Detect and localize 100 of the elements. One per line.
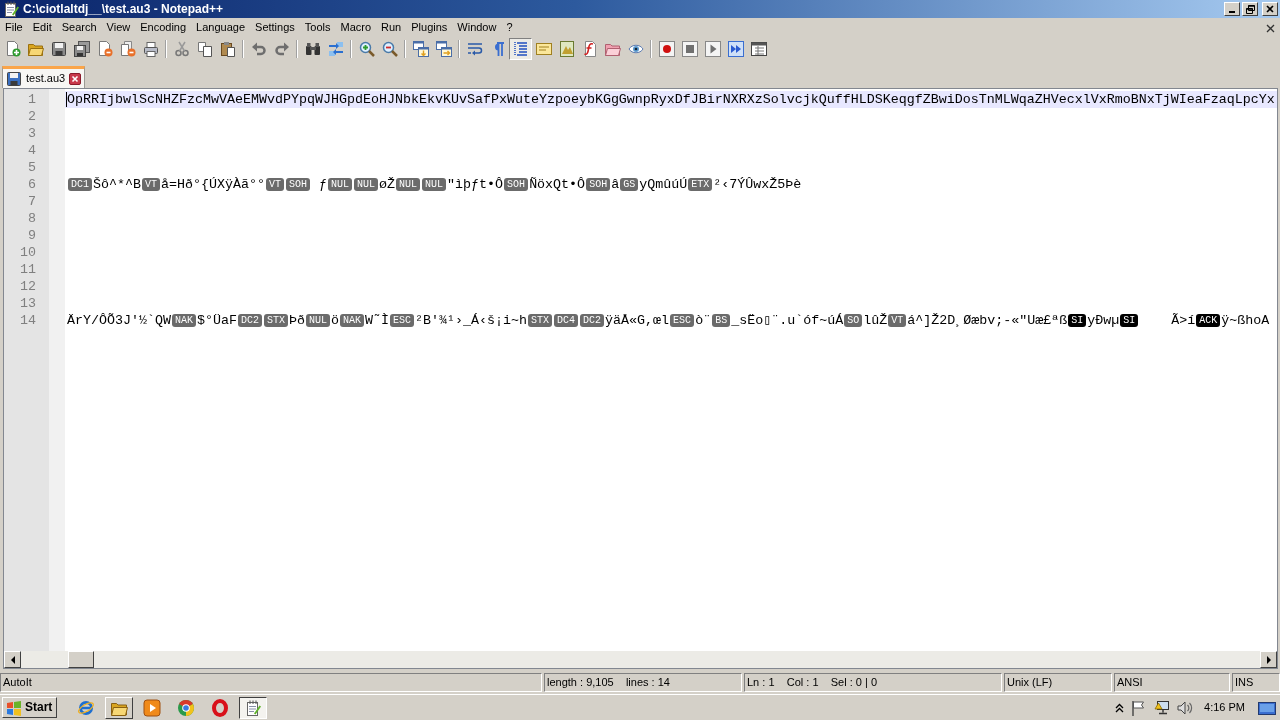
line-number: 4: [27, 142, 37, 159]
chevron-up-icon[interactable]: [1115, 702, 1125, 713]
code-text: lûŽ: [863, 313, 888, 328]
circle-logo-icon: [177, 698, 196, 717]
swap-arrows-icon: [327, 41, 344, 57]
menu-item[interactable]: File: [0, 20, 28, 35]
menu-item[interactable]: ?: [501, 20, 518, 35]
menu-item[interactable]: Search: [56, 20, 102, 35]
status-field: Unix (LF): [1004, 673, 1112, 692]
scissors-icon: [173, 41, 190, 57]
desktop-screen-icon[interactable]: [1258, 699, 1276, 716]
copy-icon: [196, 41, 213, 57]
control-character: NUL: [422, 178, 447, 191]
text-editor[interactable]: [3, 88, 1278, 669]
control-character: DC2: [580, 314, 605, 327]
control-character: NUL: [396, 178, 421, 191]
menu-item[interactable]: Settings: [250, 20, 300, 35]
printer-icon: [142, 41, 159, 57]
menu-item[interactable]: Tools: [299, 20, 336, 35]
right-arrow-icon: [1266, 655, 1271, 664]
control-character: NAK: [340, 314, 365, 327]
control-character: VT: [266, 178, 285, 191]
restore-button[interactable]: [1242, 2, 1258, 16]
file-tab[interactable]: test.au3: [2, 66, 86, 88]
grid-page-icon: [750, 41, 767, 57]
line-number: 7: [27, 193, 37, 210]
line-number: 3: [27, 125, 37, 142]
code-text: øŽ: [379, 177, 396, 192]
start-button[interactable]: Start: [2, 697, 58, 718]
control-character: VT: [888, 314, 907, 327]
text-cursor: [66, 92, 67, 107]
menu-item[interactable]: Run: [376, 20, 407, 35]
control-character: GS: [620, 178, 639, 191]
pages-close-icon: [119, 41, 136, 57]
folder-icon: [27, 41, 44, 57]
code-text: ÿ~ßhoA: [1221, 313, 1270, 328]
menu-item[interactable]: Macro: [335, 20, 377, 35]
menu-item[interactable]: Language: [191, 20, 251, 35]
menu-item[interactable]: Plugins: [406, 20, 453, 35]
code-text: Šô^*^B: [93, 177, 141, 192]
control-character: ESC: [390, 314, 415, 327]
code-text: ÿäÅ«G,œl: [605, 313, 670, 328]
binoculars-icon: [304, 41, 321, 57]
menu-item[interactable]: Window: [452, 20, 502, 35]
ring-icon: [211, 698, 230, 717]
code-text: Þð: [289, 313, 306, 328]
side-windows-icon: [435, 41, 452, 57]
word-wrap-icon: [466, 41, 483, 57]
stop-icon: [681, 41, 698, 57]
line-number: 8: [27, 210, 37, 227]
control-character: NUL: [306, 314, 331, 327]
indent-guide-icon: [512, 41, 529, 57]
menu-item[interactable]: Encoding: [135, 20, 192, 35]
control-character: VT: [142, 178, 161, 191]
control-character: SOH: [286, 178, 311, 191]
code-text: ÑöxQt•Ô: [529, 177, 586, 192]
floppies-icon: [73, 41, 90, 57]
code-text: ö: [331, 313, 340, 328]
menu-item[interactable]: View: [101, 20, 136, 35]
clock-time[interactable]: 4:16 PM: [1204, 700, 1245, 715]
control-character: ETX: [688, 178, 713, 191]
notepad-icon: [3, 1, 19, 17]
line-number: 10: [19, 244, 37, 261]
scroll-right-button[interactable]: [1260, 651, 1277, 668]
control-character: SOH: [586, 178, 611, 191]
clipboard-icon: [219, 41, 236, 57]
scroll-left-button[interactable]: [4, 651, 21, 668]
control-character: ACK: [1196, 314, 1221, 327]
menu-item[interactable]: Edit: [27, 20, 57, 35]
notepad-icon: [245, 699, 262, 716]
code-text: ò¨: [695, 313, 712, 328]
code-text: å=Hð°{ÚXÿÀã°°: [161, 177, 265, 192]
undo-icon: [250, 41, 267, 57]
network-icon[interactable]: [1154, 699, 1171, 716]
minimize-button[interactable]: [1224, 2, 1240, 16]
status-field: ANSI: [1114, 673, 1230, 692]
code-text: yQmûúÚ: [639, 177, 688, 192]
code-text: ²B'¾¹›_Á‹š¡i~h: [415, 313, 528, 328]
speaker-icon[interactable]: [1177, 699, 1194, 716]
close-icon[interactable]: [69, 72, 82, 85]
control-character: NUL: [354, 178, 379, 191]
code-text: â: [611, 177, 620, 192]
control-character: ESC: [670, 314, 695, 327]
line-number: 1: [27, 91, 37, 108]
scrollbar-thumb[interactable]: [68, 651, 94, 668]
close-button[interactable]: [1262, 2, 1278, 16]
control-character: STX: [528, 314, 553, 327]
redo-icon: [273, 41, 290, 57]
code-text: $°ÜaF: [197, 313, 237, 328]
control-character: SI: [1120, 314, 1139, 327]
line-number: 5: [27, 159, 37, 176]
control-character: SO: [844, 314, 863, 327]
line-number: 13: [19, 295, 37, 312]
floppy-icon: [6, 70, 22, 87]
close-icon[interactable]: [1266, 23, 1275, 33]
code-text: ÄrY/ÔÕ3J'½`QW: [67, 313, 171, 328]
play-icon: [704, 41, 721, 57]
line-number: 12: [19, 278, 37, 295]
status-field: INS: [1232, 673, 1280, 692]
taskbar-button[interactable]: [239, 696, 268, 719]
